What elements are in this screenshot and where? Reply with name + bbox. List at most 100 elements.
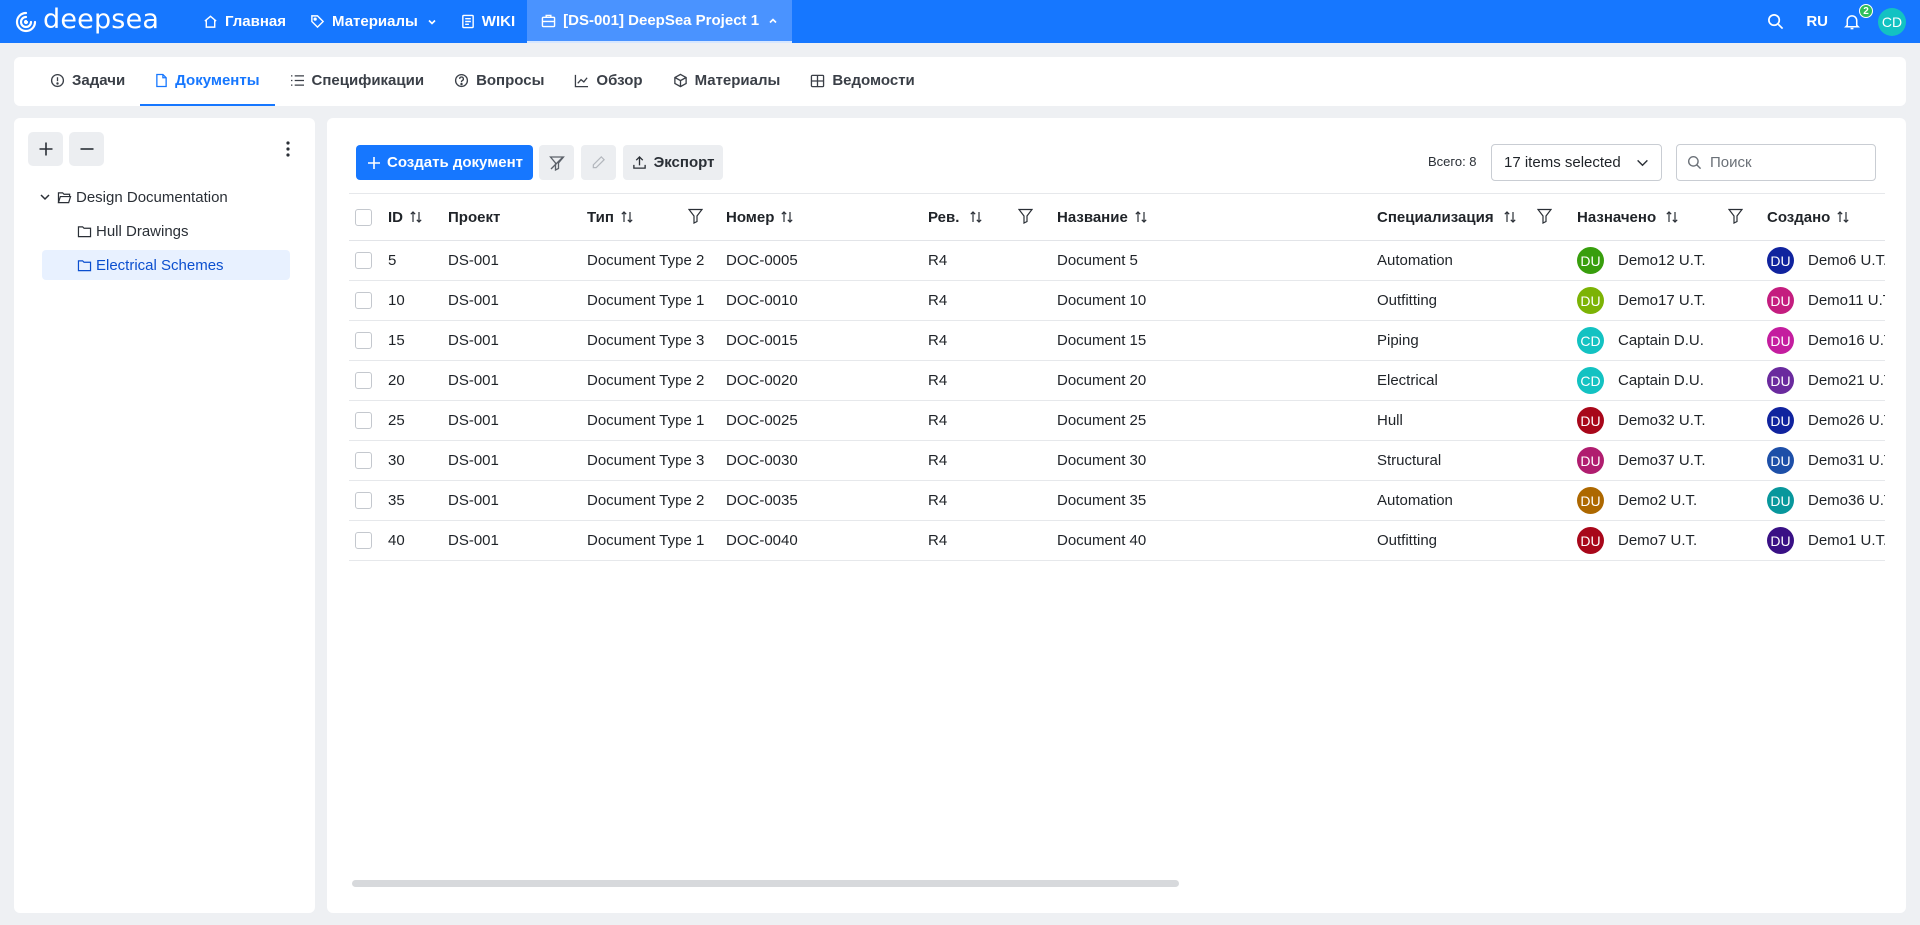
- tab-documents[interactable]: Документы: [140, 57, 275, 106]
- col-id-label: ID: [388, 208, 403, 226]
- upload-icon: [632, 155, 646, 169]
- tab-overview[interactable]: Обзор: [559, 57, 657, 106]
- cell-name: Document 10: [1057, 292, 1147, 309]
- row-checkbox[interactable]: [355, 412, 372, 429]
- sort-icon: [1666, 211, 1678, 223]
- search-icon: [1768, 14, 1784, 30]
- table-row[interactable]: 30 DS-001 Document Type 3 DOC-0030 R4 Do…: [349, 441, 1885, 481]
- row-select-cell: [355, 401, 372, 440]
- filter-icon[interactable]: [1018, 208, 1033, 224]
- col-assigned-label: Назначено: [1577, 208, 1657, 226]
- col-number[interactable]: Номер: [726, 194, 794, 240]
- tree-node-hull-drawings[interactable]: Hull Drawings: [75, 216, 189, 246]
- col-rev[interactable]: Рев.: [928, 194, 983, 240]
- line-chart-icon: [575, 74, 589, 87]
- tab-materials[interactable]: Материалы: [658, 57, 796, 106]
- sort-icon: [1135, 211, 1147, 223]
- tab-materials-label: Материалы: [694, 72, 781, 89]
- cell-specialization: Automation: [1377, 252, 1453, 269]
- avatar: DU: [1577, 287, 1604, 314]
- tree-menu-button[interactable]: [278, 136, 298, 162]
- cell-created: DU Demo26 U.T.: [1767, 401, 1885, 440]
- row-checkbox[interactable]: [355, 532, 372, 549]
- tab-statements[interactable]: Ведомости: [795, 57, 929, 106]
- table-row[interactable]: 40 DS-001 Document Type 1 DOC-0040 R4 Do…: [349, 521, 1885, 561]
- nav-wiki[interactable]: WIKI: [449, 0, 527, 43]
- list-icon: [290, 75, 304, 86]
- cell-specialization: Electrical: [1377, 372, 1438, 389]
- col-created[interactable]: Создано: [1767, 194, 1850, 240]
- table-row[interactable]: 35 DS-001 Document Type 2 DOC-0035 R4 Do…: [349, 481, 1885, 521]
- created-name: Demo11 U.T.: [1808, 292, 1885, 309]
- cell-specialization: Outfitting: [1377, 532, 1438, 549]
- nav-materials[interactable]: Материалы: [298, 0, 449, 43]
- create-document-label: Создать документ: [387, 154, 524, 171]
- language-switcher[interactable]: RU: [1806, 13, 1828, 30]
- col-assigned[interactable]: Назначено: [1577, 194, 1679, 240]
- export-button[interactable]: Экспорт: [623, 145, 723, 180]
- logo[interactable]: deepsea: [14, 4, 176, 37]
- cell-rev: R4: [928, 532, 948, 549]
- table-row[interactable]: 10 DS-001 Document Type 1 DOC-0010 R4 Do…: [349, 281, 1885, 321]
- collapse-all-button[interactable]: [69, 132, 104, 166]
- cell-rev: R4: [928, 292, 948, 309]
- notifications-button[interactable]: 2: [1844, 4, 1873, 30]
- filter-icon[interactable]: [1728, 208, 1743, 224]
- edit-button[interactable]: [581, 145, 616, 180]
- cube-icon: [673, 73, 687, 88]
- chevron-down-icon: [428, 19, 436, 25]
- col-id[interactable]: ID: [388, 194, 423, 240]
- table-row[interactable]: 15 DS-001 Document Type 3 DOC-0015 R4 Do…: [349, 321, 1885, 361]
- expand-all-button[interactable]: [28, 132, 63, 166]
- tree-node-electrical-schemes[interactable]: Electrical Schemes: [42, 250, 290, 280]
- row-checkbox[interactable]: [355, 452, 372, 469]
- table-row[interactable]: 5 DS-001 Document Type 2 DOC-0005 R4 Doc…: [349, 241, 1885, 281]
- col-name[interactable]: Название: [1057, 194, 1148, 240]
- sort-icon: [1837, 211, 1849, 223]
- sort-icon: [621, 211, 633, 223]
- col-name-label: Название: [1057, 208, 1128, 226]
- global-search-button[interactable]: [1767, 13, 1784, 30]
- avatar: DU: [1767, 487, 1794, 514]
- cell-id: 30: [388, 452, 405, 469]
- filter-icon[interactable]: [688, 208, 703, 224]
- cell-created: DU Demo11 U.T.: [1767, 281, 1885, 320]
- avatar: DU: [1767, 407, 1794, 434]
- search-input[interactable]: [1710, 154, 1870, 171]
- cell-created: DU Demo21 U.T.: [1767, 361, 1885, 400]
- nav-home[interactable]: Главная: [191, 0, 298, 43]
- row-checkbox[interactable]: [355, 372, 372, 389]
- tab-tasks[interactable]: Задачи: [35, 57, 140, 106]
- assigned-name: Captain D.U.: [1618, 332, 1704, 349]
- row-checkbox[interactable]: [355, 252, 372, 269]
- table-row[interactable]: 20 DS-001 Document Type 2 DOC-0020 R4 Do…: [349, 361, 1885, 401]
- filter-icon[interactable]: [1537, 208, 1552, 224]
- tree-node-root[interactable]: Design Documentation: [39, 182, 228, 212]
- col-type[interactable]: Тип: [587, 194, 634, 240]
- cell-created: DU Demo16 U.T.: [1767, 321, 1885, 360]
- col-project[interactable]: Проект: [448, 194, 500, 240]
- avatar: DU: [1577, 487, 1604, 514]
- table-row[interactable]: 25 DS-001 Document Type 1 DOC-0025 R4 Do…: [349, 401, 1885, 441]
- clear-filters-button[interactable]: [539, 145, 574, 180]
- cell-rev: R4: [928, 452, 948, 469]
- nav-project[interactable]: [DS-001] DeepSea Project 1: [527, 0, 793, 43]
- sort-icon: [1503, 211, 1516, 223]
- tab-questions[interactable]: Вопросы: [439, 57, 559, 106]
- cell-type: Document Type 3: [587, 452, 705, 469]
- tab-specifications[interactable]: Спецификации: [275, 57, 440, 106]
- user-avatar[interactable]: CD: [1878, 7, 1906, 36]
- columns-select[interactable]: 17 items selected: [1491, 144, 1662, 181]
- tab-statements-label: Ведомости: [832, 72, 915, 89]
- row-checkbox[interactable]: [355, 332, 372, 349]
- create-document-button[interactable]: Создать документ: [356, 145, 534, 180]
- select-all-checkbox[interactable]: [355, 208, 372, 226]
- cell-created: DU Demo31 U.T.: [1767, 441, 1885, 480]
- col-specialization[interactable]: Специализация: [1377, 194, 1517, 240]
- row-checkbox[interactable]: [355, 292, 372, 309]
- horizontal-scrollbar[interactable]: [352, 880, 1179, 887]
- created-name: Demo1 U.T.: [1808, 532, 1885, 549]
- cell-specialization: Structural: [1377, 452, 1442, 469]
- row-checkbox[interactable]: [355, 492, 372, 509]
- cell-number: DOC-0035: [726, 492, 798, 509]
